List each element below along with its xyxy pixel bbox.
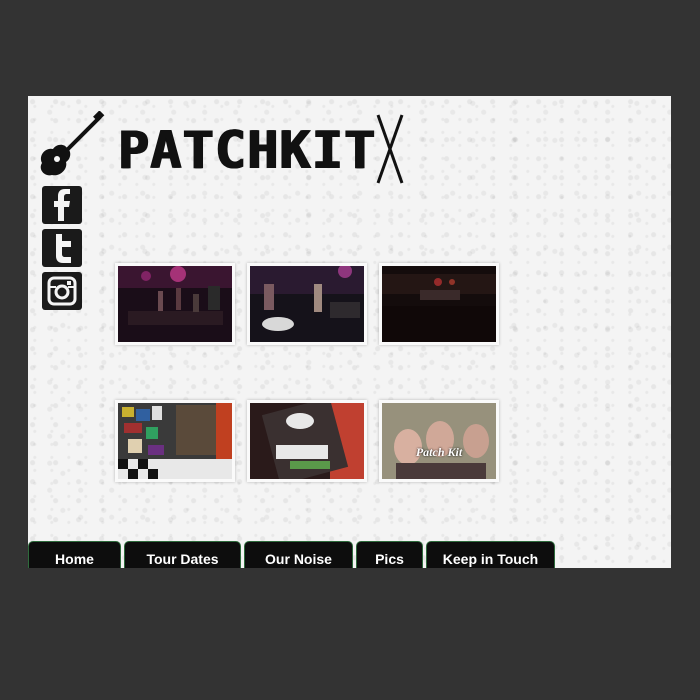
facebook-link[interactable] (42, 186, 82, 224)
stage-photo-image (382, 266, 496, 342)
photo-stickers[interactable] (115, 400, 235, 482)
page-content: PATCHKIT Patch Kit (28, 96, 671, 568)
nav-tab-home[interactable]: Home (28, 541, 121, 568)
twitter-icon (56, 234, 71, 263)
photo-caption: Patch Kit (415, 445, 463, 459)
social-links (42, 186, 84, 315)
nav-tab-label: Pics (375, 551, 404, 567)
photo-stage-1[interactable] (115, 263, 235, 345)
stage-photo-image (250, 266, 364, 342)
setlist-photo-image (250, 403, 364, 479)
photo-stage-3[interactable] (379, 263, 499, 345)
twitter-link[interactable] (42, 229, 82, 267)
instagram-icon (47, 276, 77, 306)
nav-tab-our-noise[interactable]: Our Noise (244, 541, 353, 568)
nav-tab-label: Tour Dates (146, 551, 219, 567)
photo-band[interactable]: Patch Kit (379, 400, 499, 482)
stage-photo-image (118, 266, 232, 342)
stickers-photo-image (118, 403, 232, 479)
instagram-link[interactable] (42, 272, 82, 310)
nav-tab-label: Keep in Touch (442, 551, 539, 567)
nav-tab-label: Our Noise (265, 551, 332, 567)
nav-tab-tour-dates[interactable]: Tour Dates (124, 541, 241, 568)
facebook-icon (54, 189, 70, 221)
band-photo-image (382, 403, 496, 479)
nav-tab-pics[interactable]: Pics (356, 541, 423, 568)
guitar-icon (40, 111, 105, 176)
photo-stage-2[interactable] (247, 263, 367, 345)
nav-tab-keep-in-touch[interactable]: Keep in Touch (426, 541, 555, 568)
photo-setlist[interactable] (247, 400, 367, 482)
brand-logo[interactable]: PATCHKIT (118, 125, 376, 177)
nav-tab-label: Home (55, 551, 94, 567)
site-header: PATCHKIT (36, 111, 416, 191)
drumsticks-icon (376, 114, 404, 184)
